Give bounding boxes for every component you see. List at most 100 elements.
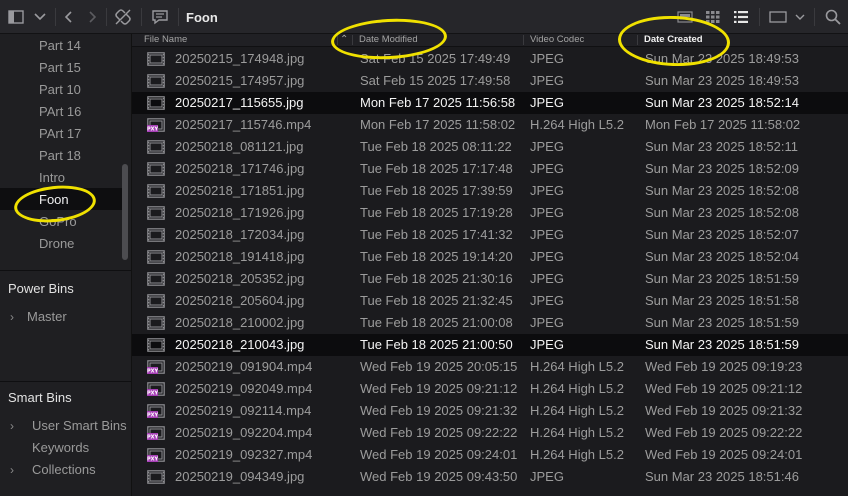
date-created-cell: Sun Mar 23 2025 18:52:11 bbox=[645, 139, 798, 154]
bin-item[interactable]: Part 10 bbox=[39, 82, 81, 97]
file-name-cell: 20250218_081121.jpg bbox=[175, 139, 304, 154]
column-header-date-modified[interactable]: Date Modified bbox=[359, 34, 418, 46]
svg-text:PXY: PXY bbox=[147, 127, 158, 132]
smart-bin-user[interactable]: User Smart Bins bbox=[32, 418, 127, 433]
file-name-cell: 20250219_092327.mp4 bbox=[175, 447, 313, 462]
table-row[interactable]: 20250218_191418.jpg Tue Feb 18 2025 19:14… bbox=[132, 246, 848, 268]
date-created-cell: Sun Mar 23 2025 18:49:53 bbox=[645, 73, 799, 88]
file-name-cell: 20250218_210043.jpg bbox=[175, 337, 305, 352]
table-row[interactable]: 20250218_210043.jpg Tue Feb 18 2025 21:00… bbox=[132, 334, 848, 356]
date-modified-cell: Tue Feb 18 2025 17:41:32 bbox=[360, 227, 513, 242]
bin-item[interactable]: Part 18 bbox=[39, 148, 81, 163]
date-modified-cell: Mon Feb 17 2025 11:58:02 bbox=[360, 117, 516, 132]
chevron-down-icon[interactable] bbox=[792, 0, 808, 33]
file-name-cell: 20250217_115655.jpg bbox=[175, 95, 304, 110]
bin-item-selected[interactable]: Foon bbox=[39, 192, 69, 207]
power-bins-header: Power Bins bbox=[8, 281, 74, 296]
bin-item[interactable]: GoPro bbox=[39, 214, 77, 229]
thumbnail-view-icon[interactable] bbox=[702, 0, 724, 33]
date-created-cell: Wed Feb 19 2025 09:21:12 bbox=[645, 381, 803, 396]
column-divider[interactable] bbox=[637, 35, 638, 45]
column-header-row: File Name ⌃ Date Modified Video Codec Da… bbox=[132, 34, 848, 47]
video-codec-cell: H.264 High L5.2 bbox=[530, 425, 624, 440]
table-row[interactable]: 20250219_094349.jpg Wed Feb 19 2025 09:43… bbox=[132, 466, 848, 488]
table-row[interactable]: 20250218_081121.jpg Tue Feb 18 2025 08:11… bbox=[132, 136, 848, 158]
bin-item[interactable]: Part 15 bbox=[39, 60, 81, 75]
bin-item[interactable]: Intro bbox=[39, 170, 65, 185]
date-modified-cell: Tue Feb 18 2025 19:14:20 bbox=[360, 249, 513, 264]
bin-item[interactable]: PArt 17 bbox=[39, 126, 81, 141]
toolbar-divider bbox=[178, 8, 179, 26]
table-row[interactable]: 20250215_174948.jpg Sat Feb 15 2025 17:49… bbox=[132, 48, 848, 70]
sidebar: Part 14 Part 15 Part 10 PArt 16 PArt 17 … bbox=[0, 34, 132, 496]
column-header-file-name[interactable]: File Name bbox=[144, 34, 187, 46]
power-bin-master[interactable]: Master bbox=[27, 309, 67, 324]
date-created-cell: Sun Mar 23 2025 18:52:14 bbox=[645, 95, 799, 110]
sort-arrow-icon: ⌃ bbox=[340, 34, 349, 45]
table-row[interactable]: 20250218_171851.jpg Tue Feb 18 2025 17:39… bbox=[132, 180, 848, 202]
video-codec-cell: JPEG bbox=[530, 183, 564, 198]
table-row[interactable]: 20250215_174957.jpg Sat Feb 15 2025 17:49… bbox=[132, 70, 848, 92]
date-modified-cell: Tue Feb 18 2025 17:19:28 bbox=[360, 205, 513, 220]
breadcrumb[interactable]: Foon bbox=[186, 0, 218, 33]
bin-item[interactable]: Part 14 bbox=[39, 38, 81, 53]
column-divider[interactable] bbox=[523, 35, 524, 45]
sidebar-scrollbar[interactable] bbox=[122, 164, 128, 260]
table-row[interactable]: 20250218_205604.jpg Tue Feb 18 2025 21:32… bbox=[132, 290, 848, 312]
table-row[interactable]: 20250218_171746.jpg Tue Feb 18 2025 17:17… bbox=[132, 158, 848, 180]
chevron-right-icon[interactable] bbox=[81, 0, 103, 33]
list-view-icon[interactable] bbox=[730, 0, 752, 33]
video-codec-cell: H.264 High L5.2 bbox=[530, 381, 624, 396]
date-created-cell: Sun Mar 23 2025 18:52:09 bbox=[645, 161, 799, 176]
bin-item[interactable]: Drone bbox=[39, 236, 74, 251]
table-row[interactable]: 20250218_205352.jpg Tue Feb 18 2025 21:30… bbox=[132, 268, 848, 290]
table-row[interactable]: 20250218_210002.jpg Tue Feb 18 2025 21:00… bbox=[132, 312, 848, 334]
sidebar-toggle-icon[interactable] bbox=[4, 0, 28, 33]
file-name-cell: 20250218_171746.jpg bbox=[175, 161, 305, 176]
search-icon[interactable] bbox=[820, 0, 846, 33]
chevron-right-icon[interactable]: › bbox=[10, 463, 14, 477]
unlink-icon[interactable] bbox=[110, 0, 136, 33]
file-name-cell: 20250218_191418.jpg bbox=[175, 249, 305, 264]
date-modified-cell: Tue Feb 18 2025 21:30:16 bbox=[360, 271, 513, 286]
table-row[interactable]: PXY 20250219_092049.mp4 Wed Feb 19 2025 09… bbox=[132, 378, 848, 400]
table-row[interactable]: PXY 20250219_092204.mp4 Wed Feb 19 2025 09… bbox=[132, 422, 848, 444]
date-created-cell: Sun Mar 23 2025 18:51:59 bbox=[645, 315, 799, 330]
table-row[interactable]: 20250218_172034.jpg Tue Feb 18 2025 17:41… bbox=[132, 224, 848, 246]
chevron-down-icon[interactable] bbox=[30, 0, 50, 33]
file-name-cell: 20250218_205352.jpg bbox=[175, 271, 305, 286]
table-row[interactable]: PXY 20250219_091904.mp4 Wed Feb 19 2025 20… bbox=[132, 356, 848, 378]
smart-bin-collections[interactable]: Collections bbox=[32, 462, 96, 477]
file-name-cell: 20250219_091904.mp4 bbox=[175, 359, 313, 374]
filmstrip-view-icon[interactable] bbox=[674, 0, 696, 33]
svg-text:PXY: PXY bbox=[147, 391, 158, 396]
file-name-cell: 20250218_171926.jpg bbox=[175, 205, 305, 220]
date-created-cell: Wed Feb 19 2025 09:21:32 bbox=[645, 403, 803, 418]
toolbar-divider bbox=[814, 8, 815, 26]
bin-item[interactable]: PArt 16 bbox=[39, 104, 81, 119]
chevron-right-icon[interactable]: › bbox=[10, 419, 14, 433]
table-row[interactable]: PXY 20250219_092114.mp4 Wed Feb 19 2025 09… bbox=[132, 400, 848, 422]
column-divider[interactable] bbox=[337, 35, 338, 45]
monitor-icon[interactable] bbox=[765, 0, 791, 33]
file-name-cell: 20250218_172034.jpg bbox=[175, 227, 305, 242]
column-divider[interactable] bbox=[352, 35, 353, 45]
file-name-cell: 20250219_092114.mp4 bbox=[175, 403, 312, 418]
chevron-left-icon[interactable] bbox=[58, 0, 80, 33]
video-codec-cell: JPEG bbox=[530, 337, 564, 352]
file-name-cell: 20250218_171851.jpg bbox=[175, 183, 305, 198]
column-header-video-codec[interactable]: Video Codec bbox=[530, 34, 584, 46]
chevron-right-icon[interactable]: › bbox=[10, 310, 14, 324]
video-codec-cell: JPEG bbox=[530, 249, 564, 264]
date-created-cell: Sun Mar 23 2025 18:52:08 bbox=[645, 183, 799, 198]
column-header-date-created[interactable]: Date Created bbox=[644, 34, 703, 46]
metadata-icon[interactable] bbox=[147, 0, 173, 33]
date-modified-cell: Tue Feb 18 2025 08:11:22 bbox=[360, 139, 512, 154]
table-row[interactable]: 20250218_171926.jpg Tue Feb 18 2025 17:19… bbox=[132, 202, 848, 224]
date-modified-cell: Wed Feb 19 2025 09:43:50 bbox=[360, 469, 518, 484]
table-row[interactable]: PXY 20250219_092327.mp4 Wed Feb 19 2025 09… bbox=[132, 444, 848, 466]
table-row[interactable]: PXY 20250217_115746.mp4 Mon Feb 17 2025 11… bbox=[132, 114, 848, 136]
date-created-cell: Sun Mar 23 2025 18:49:53 bbox=[645, 51, 799, 66]
smart-bin-keywords[interactable]: Keywords bbox=[32, 440, 89, 455]
table-row[interactable]: 20250217_115655.jpg Mon Feb 17 2025 11:56… bbox=[132, 92, 848, 114]
